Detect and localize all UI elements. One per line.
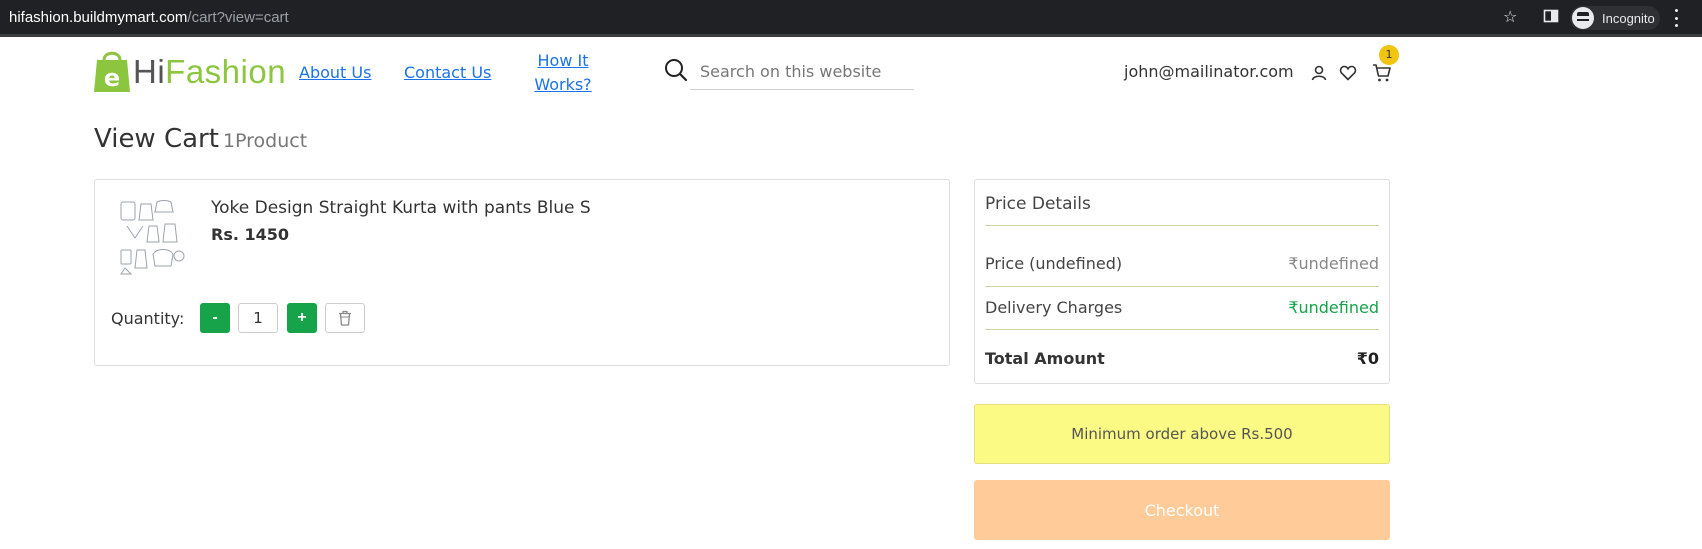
incognito-label: Incognito (1602, 10, 1655, 26)
user-email[interactable]: john@mailinator.com (1124, 62, 1294, 81)
minimum-order-notice: Minimum order above Rs.500 (974, 404, 1390, 464)
url-path: /cart?view=cart (187, 9, 289, 26)
shopping-bag-logo-icon: e (93, 48, 131, 92)
nav-how-line2: Works? (534, 75, 592, 94)
url-host: hifashion.buildmymart.com (9, 9, 188, 26)
remove-item-button[interactable] (325, 303, 365, 333)
product-count: 1Product (222, 130, 308, 152)
quantity-label: Quantity: (111, 309, 185, 328)
price-details-card: Price Details Price (undefined) ₹undefin… (974, 179, 1390, 384)
product-price: Rs. 1450 (211, 225, 290, 244)
product-name[interactable]: Yoke Design Straight Kurta with pants Bl… (211, 198, 591, 218)
incognito-icon (1572, 7, 1594, 29)
bookmark-star-icon[interactable]: ☆ (1503, 8, 1517, 26)
trash-icon (339, 310, 351, 326)
logo-hi: Hi (133, 53, 166, 90)
delivery-charges-label: Delivery Charges (985, 298, 1123, 317)
heart-icon[interactable] (1339, 64, 1357, 82)
incognito-indicator[interactable]: Incognito (1570, 6, 1660, 30)
increase-quantity-button[interactable]: + (287, 303, 317, 333)
price-value: ₹undefined (1288, 254, 1379, 273)
browser-menu-icon[interactable] (1675, 9, 1679, 27)
site-logo[interactable]: e HiFashion (93, 48, 286, 92)
user-icon[interactable] (1310, 64, 1328, 82)
browser-toolbar: hifashion.buildmymart.com/cart?view=cart… (0, 0, 1702, 37)
search-input[interactable] (690, 54, 914, 90)
product-thumbnail-icon (120, 200, 185, 275)
cart-icon[interactable] (1372, 63, 1392, 83)
divider (985, 225, 1379, 226)
address-bar[interactable]: hifashion.buildmymart.com/cart?view=cart (9, 9, 289, 26)
total-amount-label: Total Amount (985, 349, 1105, 368)
total-amount-value: ₹0 (1356, 349, 1379, 368)
quantity-input[interactable] (238, 303, 278, 333)
search-icon[interactable] (664, 58, 688, 82)
side-panel-icon[interactable] (1543, 8, 1559, 28)
price-label: Price (undefined) (985, 254, 1123, 273)
page-title: View Cart 1Product (94, 124, 307, 154)
delivery-charges-value: ₹undefined (1288, 298, 1379, 317)
price-details-heading: Price Details (985, 194, 1091, 214)
logo-wordmark: HiFashion (133, 52, 286, 92)
divider (985, 329, 1379, 330)
cart-count-badge: 1 (1379, 45, 1399, 65)
nav-contact-us[interactable]: Contact Us (404, 61, 491, 85)
logo-fashion: Fashion (165, 53, 287, 90)
cart-item-card: Yoke Design Straight Kurta with pants Bl… (94, 179, 950, 366)
nav-how-it-works[interactable]: How It Works? (532, 49, 594, 97)
checkout-button[interactable]: Checkout (974, 480, 1390, 540)
divider (985, 286, 1379, 287)
nav-how-line1: How It (537, 51, 589, 70)
decrease-quantity-button[interactable]: - (200, 303, 230, 333)
logo-letter: e (104, 64, 120, 92)
nav-about-us[interactable]: About Us (299, 61, 371, 85)
page-title-text: View Cart (94, 124, 219, 154)
